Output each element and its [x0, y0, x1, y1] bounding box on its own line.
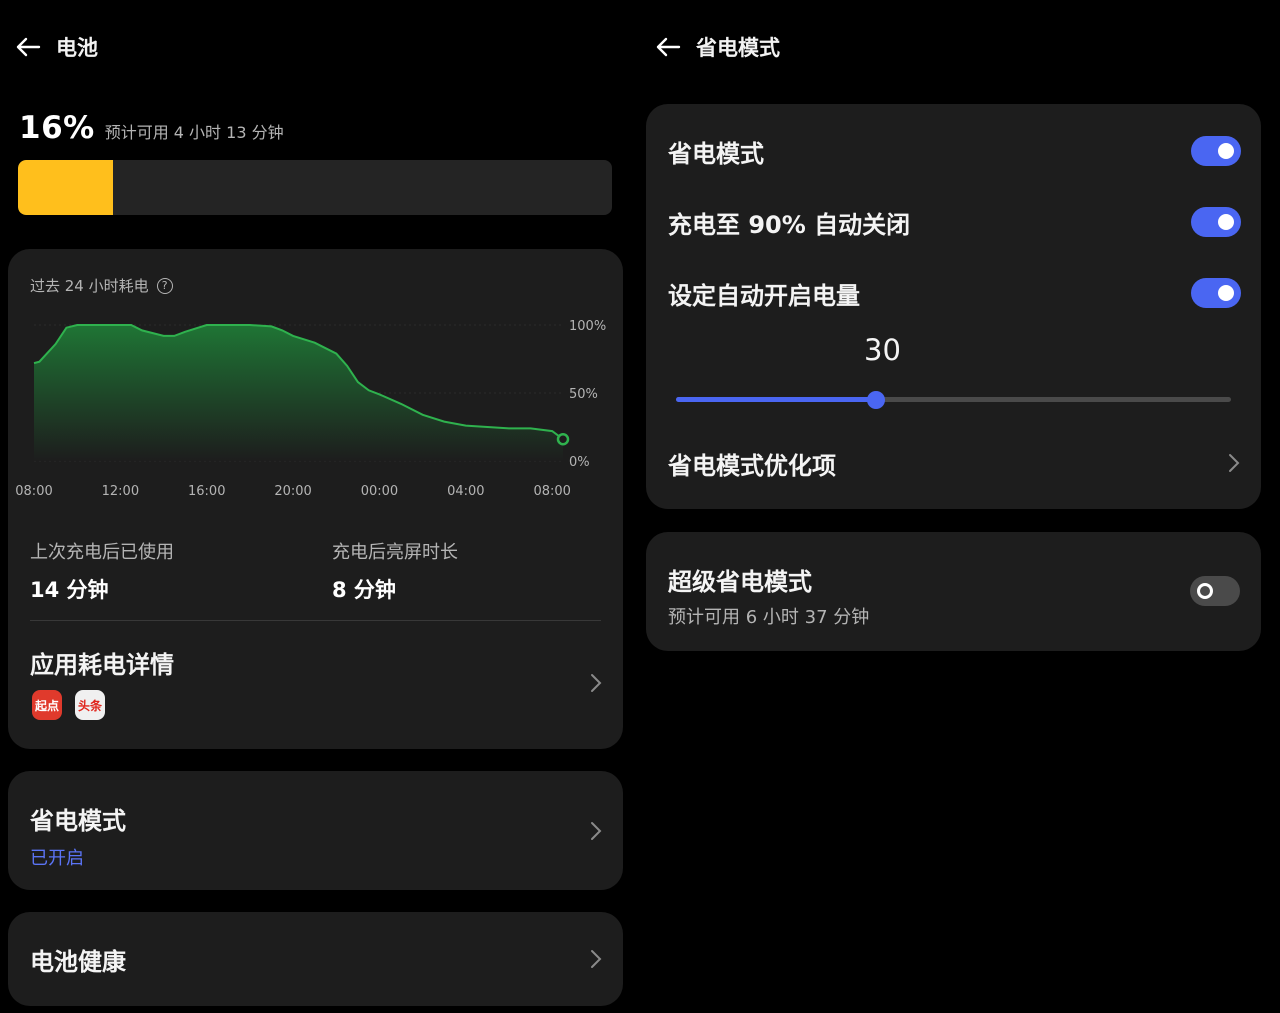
super-saving-text: 超级省电模式 预计可用 6 小时 37 分钟 [668, 562, 869, 629]
chevron-right-icon [591, 674, 602, 692]
auto-on-setting: 设定自动开启电量 [668, 271, 1241, 315]
x-tick-label: 12:00 [102, 484, 139, 499]
slider-fill [676, 397, 876, 402]
x-tick-label: 08:00 [15, 484, 52, 499]
power-saving-text: 省电模式 已开启 [30, 801, 126, 870]
battery-summary: 16% 预计可用 4 小时 13 分钟 [19, 110, 284, 146]
power-saving-settings-card: 省电模式 充电至 90% 自动关闭 设定自动开启电量 30 省电模式优化项 [646, 104, 1261, 509]
optimize-row[interactable]: 省电模式优化项 [668, 441, 1241, 485]
toggle-knob [1218, 285, 1234, 301]
threshold-slider[interactable] [676, 388, 1231, 412]
back-button[interactable] [8, 27, 48, 67]
x-tick-label: 16:00 [188, 484, 225, 499]
back-arrow-icon [16, 37, 41, 57]
threshold-value: 30 [864, 333, 901, 367]
auto-on-label: 设定自动开启电量 [668, 281, 860, 310]
y-tick-label: 100% [569, 319, 606, 334]
super-saving-estimate: 预计可用 6 小时 37 分钟 [668, 607, 870, 628]
qidian-app-icon: 起点 [32, 690, 62, 720]
series-area [34, 325, 563, 461]
screen-on-time: 充电后亮屏时长 8 分钟 [332, 538, 458, 604]
auto-on-toggle[interactable] [1191, 278, 1241, 308]
app-usage-row[interactable]: 应用耗电详情 起点 头条 [8, 621, 623, 749]
battery-level-fill [18, 160, 114, 215]
slider-thumb[interactable] [866, 391, 885, 409]
power-saving-toggle[interactable] [1191, 136, 1241, 166]
y-tick-label: 0% [569, 455, 590, 470]
back-button[interactable] [648, 27, 688, 67]
battery-percent: 16% [19, 110, 95, 146]
auto-off-label: 充电至 90% 自动关闭 [668, 210, 911, 239]
power-saving-row[interactable]: 省电模式 已开启 [8, 771, 623, 890]
super-saving-toggle[interactable] [1190, 576, 1240, 606]
x-tick-label: 00:00 [361, 484, 398, 499]
series-end-point [556, 432, 570, 446]
toggle-knob [1218, 143, 1234, 159]
battery-health-row[interactable]: 电池健康 [8, 912, 623, 1006]
toggle-knob [1218, 214, 1234, 230]
screen-on-time-value: 8 分钟 [332, 578, 396, 602]
toggle-knob [1197, 583, 1213, 599]
battery-level-bar [18, 160, 612, 215]
used-since-charge: 上次充电后已使用 14 分钟 [30, 538, 174, 604]
super-saving-title: 超级省电模式 [668, 568, 812, 596]
chevron-right-icon [591, 822, 602, 840]
chevron-right-icon [1229, 454, 1240, 472]
power-saving-label: 省电模式 [668, 139, 764, 168]
x-tick-label: 08:00 [533, 484, 570, 499]
usage-card: 过去 24 小时耗电 ? 100% 50% 0% 08:00 12:00 16:00 20:… [8, 249, 623, 749]
battery-header: 电池 [8, 22, 98, 72]
battery-panel: 电池 16% 预计可用 4 小时 13 分钟 过去 24 小时耗电 ? 100%… [0, 0, 632, 1013]
page-title: 电池 [56, 36, 98, 60]
auto-off-setting: 充电至 90% 自动关闭 [668, 200, 1241, 244]
used-since-charge-label: 上次充电后已使用 [30, 542, 174, 563]
power-saving-header: 省电模式 [648, 22, 780, 72]
chevron-right-icon [591, 950, 602, 968]
page-title: 省电模式 [696, 36, 780, 60]
battery-health-title: 电池健康 [30, 948, 126, 976]
optimize-label: 省电模式优化项 [668, 451, 836, 480]
battery-usage-chart: 100% 50% 0% 08:00 12:00 16:00 20:00 00:00 04:00 0… [15, 319, 606, 499]
power-saving-status: 已开启 [30, 848, 84, 869]
x-tick-label: 04:00 [447, 484, 484, 499]
power-saving-panel: 省电模式 省电模式 充电至 90% 自动关闭 设定自动开启电量 30 省电模式优… [640, 0, 1280, 1013]
used-since-charge-value: 14 分钟 [30, 578, 109, 602]
app-usage-title: 应用耗电详情 [30, 651, 174, 679]
power-saving-title: 省电模式 [30, 807, 126, 835]
toutiao-app-icon: 头条 [75, 690, 105, 720]
battery-estimate: 预计可用 4 小时 13 分钟 [104, 123, 284, 142]
super-saving-card: 超级省电模式 预计可用 6 小时 37 分钟 [646, 532, 1261, 651]
back-arrow-icon [656, 37, 681, 57]
screen-on-time-label: 充电后亮屏时长 [332, 542, 458, 563]
power-saving-setting: 省电模式 [668, 129, 1241, 173]
y-tick-label: 50% [569, 387, 598, 402]
x-tick-label: 20:00 [274, 484, 311, 499]
auto-off-toggle[interactable] [1191, 207, 1241, 237]
